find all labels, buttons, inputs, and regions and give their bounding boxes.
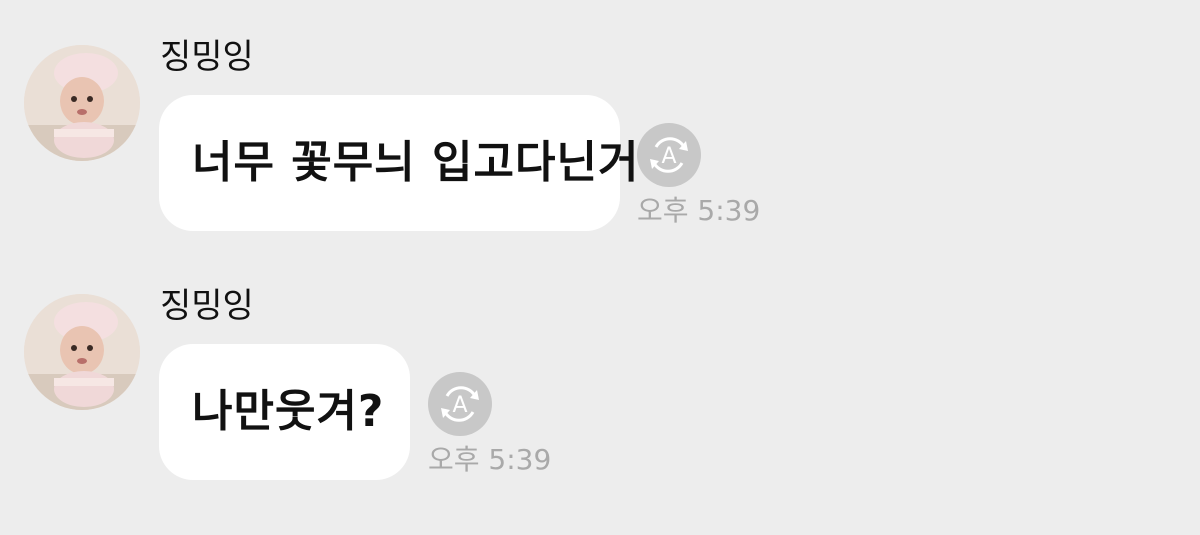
message-timestamp: 오후 5:39 [428,443,552,476]
auto-translate-button[interactable]: A [428,372,492,436]
message-text: 너무 꽃무늬 입고다닌거 [192,137,640,188]
baby-photo-avatar [24,294,140,410]
message-text: 나만웃겨? [192,386,385,437]
baby-photo-avatar [24,45,140,161]
sender-avatar[interactable] [24,294,140,410]
svg-text:A: A [661,144,676,169]
auto-translate-button[interactable]: A [637,123,701,187]
sender-avatar[interactable] [24,45,140,161]
sender-name: 징밍잉 [160,37,254,77]
message-bubble[interactable]: 너무 꽃무늬 입고다닌거 [159,95,638,231]
auto-translate-icon: A [650,137,688,173]
message-bubble[interactable]: 나만웃겨? [159,344,410,480]
message-timestamp: 오후 5:39 [637,194,761,227]
auto-translate-icon: A [441,386,479,422]
svg-text:A: A [452,393,467,418]
sender-name: 징밍잉 [160,286,254,326]
